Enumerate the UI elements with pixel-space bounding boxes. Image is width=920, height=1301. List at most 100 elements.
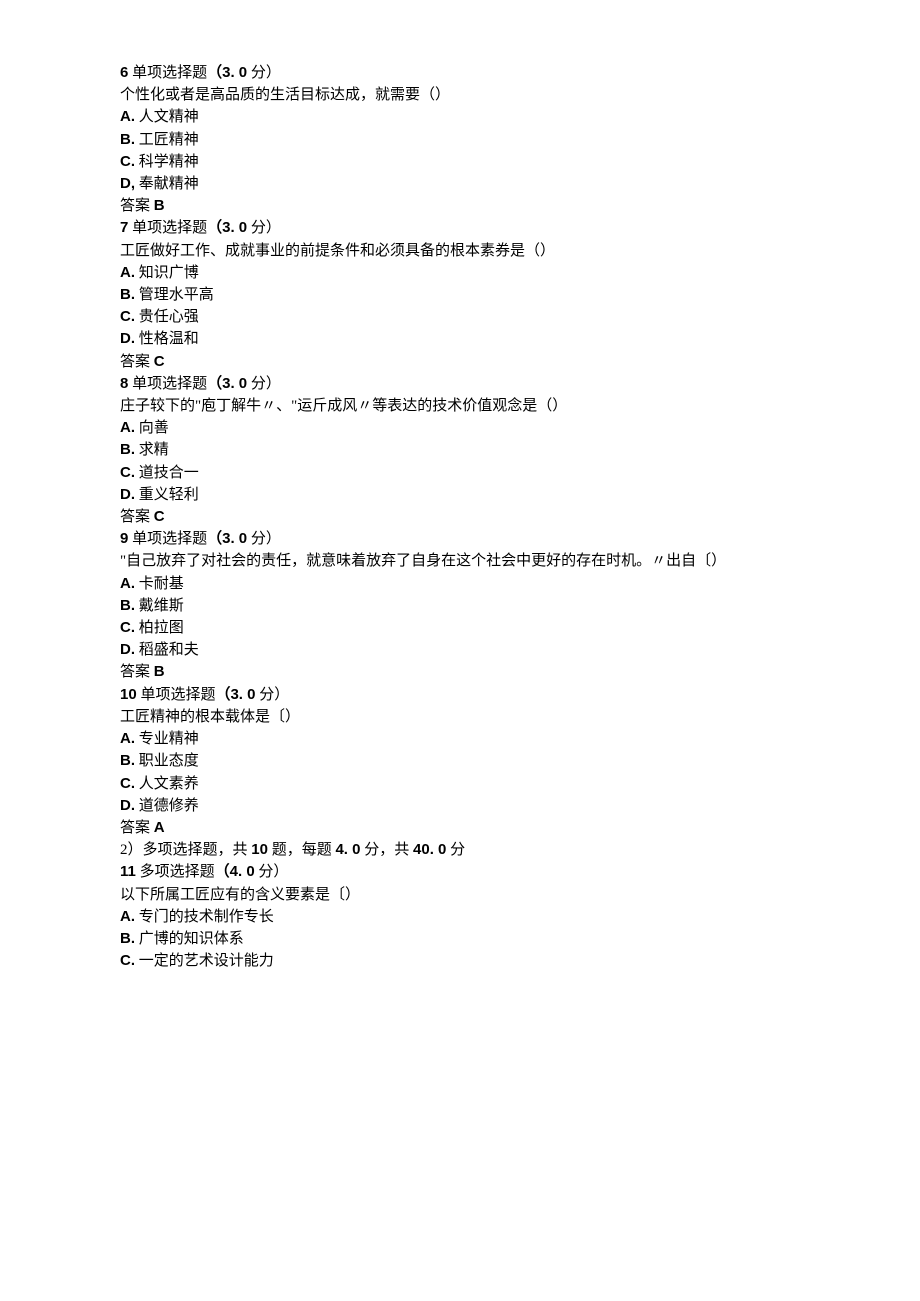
q11-type: 多项选择题 (136, 864, 215, 880)
question-7-answer: 答案 C (120, 351, 800, 373)
q10-num: 10 (120, 686, 137, 703)
question-10-header: 10 单项选择题（3. 0 分） (120, 684, 800, 706)
q9-score-open: （ (207, 530, 222, 547)
q9-a-text: 卡耐基 (135, 576, 184, 592)
q10-a-text: 专业精神 (135, 731, 199, 747)
q9-c-text: 柏拉图 (135, 620, 184, 636)
question-9-option-b: B. 戴维斯 (120, 595, 800, 617)
question-6-option-d: D, 奉献精神 (120, 173, 800, 195)
q10-score: 3. 0 (230, 686, 255, 703)
q6-type: 单项选择题 (128, 65, 207, 81)
q9-b-text: 戴维斯 (135, 598, 184, 614)
q8-a-label: A. (120, 419, 135, 436)
q6-a-text: 人文精神 (135, 109, 199, 125)
s2-n1: 10 (251, 841, 268, 858)
question-6-answer: 答案 B (120, 195, 800, 217)
question-8-header: 8 单项选择题（3. 0 分） (120, 373, 800, 395)
question-9-answer: 答案 B (120, 661, 800, 683)
q10-d-label: D. (120, 797, 135, 814)
q11-num: 11 (120, 863, 136, 880)
q9-answer-value: B (154, 663, 165, 680)
question-9-option-a: A. 卡耐基 (120, 573, 800, 595)
q11-score-open: （ (215, 863, 230, 880)
question-10-option-a: A. 专业精神 (120, 728, 800, 750)
question-8-option-b: B. 求精 (120, 439, 800, 461)
question-10-option-c: C. 人文素养 (120, 773, 800, 795)
question-11-stem: 以下所属工匠应有的含义要素是〔） (120, 884, 800, 906)
section-2-header: 2）多项选择题，共 10 题，每题 4. 0 分，共 40. 0 分 (120, 839, 800, 861)
question-6-option-c: C. 科学精神 (120, 151, 800, 173)
question-10-stem: 工匠精神的根本载体是〔） (120, 706, 800, 728)
q8-c-label: C. (120, 464, 135, 481)
q10-a-label: A. (120, 730, 135, 747)
q10-b-text: 职业态度 (135, 753, 199, 769)
s2-n3: 40. 0 (413, 841, 446, 858)
q6-d-text: 奉献精神 (135, 176, 199, 192)
q7-a-text: 知识广博 (135, 265, 199, 281)
q8-b-label: B. (120, 441, 135, 458)
q9-d-label: D. (120, 641, 135, 658)
q8-type: 单项选择题 (128, 376, 207, 392)
q10-c-label: C. (120, 775, 135, 792)
q9-d-text: 稻盛和夫 (135, 642, 199, 658)
s2-n2: 4. 0 (335, 841, 360, 858)
q7-d-label: D. (120, 330, 135, 347)
q7-c-label: C. (120, 308, 135, 325)
q10-d-text: 道德修养 (135, 798, 199, 814)
q7-answer-label: 答案 (120, 354, 154, 370)
q9-type: 单项选择题 (128, 531, 207, 547)
question-6-option-b: B. 工匠精神 (120, 129, 800, 151)
question-8-option-c: C. 道技合一 (120, 462, 800, 484)
question-8-stem: 庄子较下的"庖丁解牛〃、"运斤成风〃等表达的技术价值观念是（） (120, 395, 800, 417)
question-11-option-b: B. 广博的知识体系 (120, 928, 800, 950)
question-11-option-a: A. 专门的技术制作专长 (120, 906, 800, 928)
q10-b-label: B. (120, 752, 135, 769)
question-9-stem: "自己放弃了对社会的责任，就意味着放弃了自身在这个社会中更好的存在时机。〃出自〔… (120, 550, 800, 572)
question-6-stem: 个性化或者是高品质的生活目标达成，就需要（） (120, 84, 800, 106)
q6-score: 3. 0 (222, 64, 247, 81)
q6-c-label: C. (120, 153, 135, 170)
q8-answer-value: C (154, 508, 165, 525)
question-10-answer: 答案 A (120, 817, 800, 839)
q9-score-close: 分） (247, 531, 281, 547)
q10-type: 单项选择题 (137, 687, 216, 703)
question-8-option-d: D. 重义轻利 (120, 484, 800, 506)
q6-score-open: （ (207, 64, 222, 81)
q11-a-text: 专门的技术制作专长 (135, 909, 274, 925)
q8-a-text: 向善 (135, 420, 169, 436)
q10-answer-value: A (154, 819, 165, 836)
question-11-option-c: C. 一定的艺术设计能力 (120, 950, 800, 972)
q8-b-text: 求精 (135, 442, 169, 458)
q11-score: 4. 0 (230, 863, 255, 880)
q6-c-text: 科学精神 (135, 154, 199, 170)
question-11-header: 11 多项选择题（4. 0 分） (120, 861, 800, 883)
q7-d-text: 性格温和 (135, 331, 199, 347)
question-10-option-d: D. 道德修养 (120, 795, 800, 817)
q8-c-text: 道技合一 (135, 465, 199, 481)
question-7-option-d: D. 性格温和 (120, 328, 800, 350)
q11-c-text: 一定的艺术设计能力 (135, 953, 274, 969)
q8-answer-label: 答案 (120, 509, 154, 525)
q9-score: 3. 0 (222, 530, 247, 547)
q8-score: 3. 0 (222, 375, 247, 392)
q9-c-label: C. (120, 619, 135, 636)
question-6-header: 6 单项选择题（3. 0 分） (120, 62, 800, 84)
question-7-option-c: C. 贵任心强 (120, 306, 800, 328)
q6-b-label: B. (120, 131, 135, 148)
question-9-header: 9 单项选择题（3. 0 分） (120, 528, 800, 550)
question-7-option-b: B. 管理水平高 (120, 284, 800, 306)
q6-a-label: A. (120, 108, 135, 125)
q8-score-close: 分） (247, 376, 281, 392)
q10-score-open: （ (215, 686, 230, 703)
q6-b-text: 工匠精神 (135, 132, 199, 148)
q7-answer-value: C (154, 353, 165, 370)
q6-d-label: D, (120, 175, 135, 192)
q6-score-close: 分） (247, 65, 281, 81)
q11-b-text: 广博的知识体系 (135, 931, 244, 947)
q11-a-label: A. (120, 908, 135, 925)
q7-score: 3. 0 (222, 219, 247, 236)
q8-d-text: 重义轻利 (135, 487, 199, 503)
q6-answer-value: B (154, 197, 165, 214)
q7-type: 单项选择题 (128, 220, 207, 236)
q11-c-label: C. (120, 952, 135, 969)
